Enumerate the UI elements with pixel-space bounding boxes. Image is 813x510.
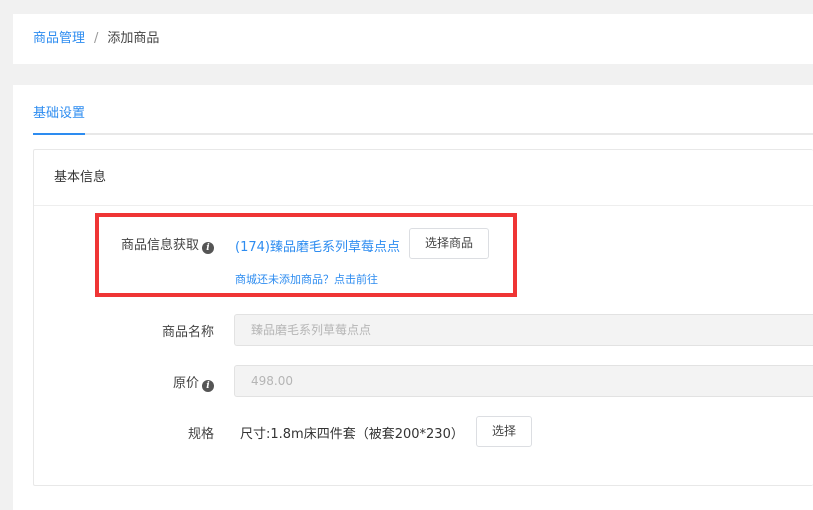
info-icon: i xyxy=(202,380,214,392)
product-name-input[interactable]: 臻品磨毛系列草莓点点 xyxy=(234,314,813,346)
breadcrumb-current: 添加商品 xyxy=(107,31,160,46)
highlight-box xyxy=(95,213,517,297)
spec-value: 尺寸:1.8m床四件套（被套200*230） xyxy=(240,427,464,442)
main-card: 基础设置 基本信息 xyxy=(13,85,813,510)
panel-title: 基本信息 xyxy=(34,150,813,206)
breadcrumb-separator: / xyxy=(94,31,99,46)
tab-bar: 基础设置 xyxy=(33,85,813,135)
breadcrumb-product-management[interactable]: 商品管理 xyxy=(33,31,85,46)
product-name-label: 商品名称 xyxy=(161,325,214,340)
select-spec-button[interactable]: 选择 xyxy=(476,416,532,447)
breadcrumb: 商品管理 / 添加商品 xyxy=(33,31,159,47)
breadcrumb-card: 商品管理 / 添加商品 xyxy=(13,14,813,64)
original-price-input[interactable]: 498.00 xyxy=(234,365,813,397)
tab-basic-settings[interactable]: 基础设置 xyxy=(33,106,86,135)
spec-label: 规格 xyxy=(187,427,214,442)
original-price-label: 原价 i xyxy=(34,372,214,392)
